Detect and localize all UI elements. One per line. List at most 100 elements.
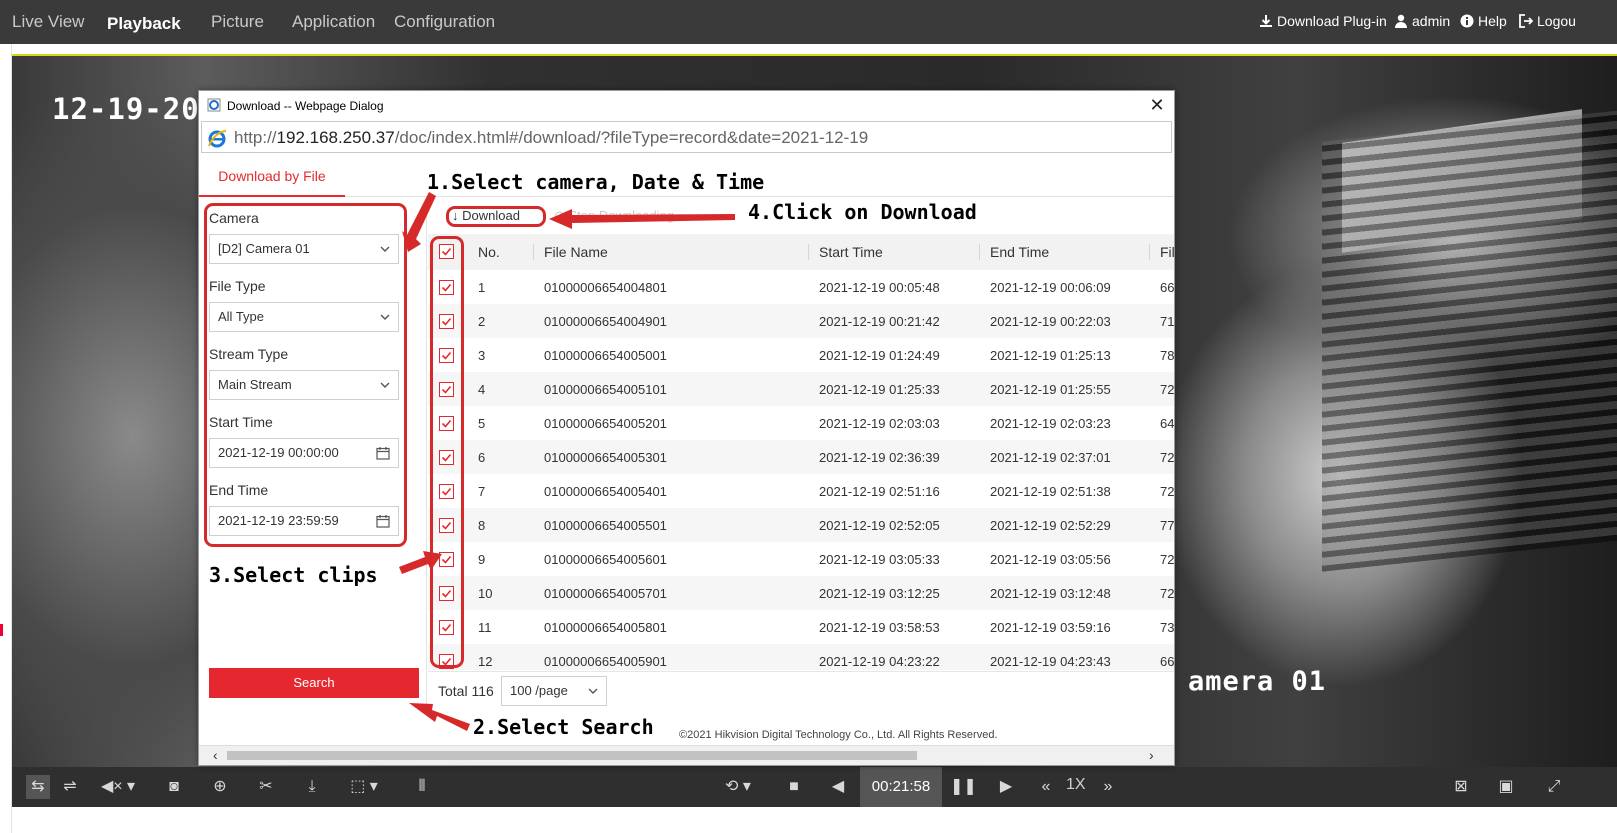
osd-camera-name: amera 01 [1188, 666, 1327, 697]
table-row[interactable]: 2 01000006654004901 2021-12-19 00:21:42 202… [428, 304, 1174, 338]
frame-back-icon[interactable]: ◀ [826, 775, 850, 799]
table-row[interactable]: 1 01000006654004801 2021-12-19 00:05:48 202… [428, 270, 1174, 304]
url-host: 192.168.250.37 [276, 128, 395, 147]
horizontal-scrollbar[interactable]: ‹ › [199, 745, 1174, 765]
nav-live-view[interactable]: Live View [12, 12, 84, 32]
pause-icon[interactable]: ❚❚ [950, 775, 977, 799]
scroll-right-icon[interactable]: › [1149, 747, 1154, 763]
close-window-icon[interactable]: ⊠ [1449, 775, 1473, 799]
row-number: 4 [478, 382, 486, 397]
table-row[interactable]: 8 01000006654005501 2021-12-19 02:52:05 202… [428, 508, 1174, 542]
row-number: 3 [478, 348, 486, 363]
user-menu[interactable]: admin [1394, 13, 1450, 29]
row-file-name: 01000006654005101 [544, 382, 667, 397]
info-icon [1460, 14, 1474, 28]
annotation-step1: 1.Select camera, Date & Time [427, 170, 765, 194]
total-count: Total 116 [438, 683, 494, 699]
clip-scissors-icon[interactable]: ✂ [254, 775, 278, 799]
logout-link[interactable]: Logou [1519, 13, 1576, 29]
url-prefix: http:// [234, 128, 277, 147]
zoom-in-icon[interactable]: ⊕ [208, 775, 232, 799]
table-row[interactable]: 5 01000006654005201 2021-12-19 02:03:03 202… [428, 406, 1174, 440]
sliders-alt-icon[interactable]: ⇌ [58, 775, 82, 799]
table-row[interactable]: 3 01000006654005001 2021-12-19 01:24:49 202… [428, 338, 1174, 372]
playback-toolbar: ⇆ ⇌ ◀× ▾ ◙ ⊕ ✂ ⤓ ⬚ ▾ ⦀ ⟲ ▾ ■ ◀ 00:21:58 … [12, 767, 1617, 807]
address-bar[interactable]: http://192.168.250.37/doc/index.html#/do… [201, 121, 1172, 153]
reverse-play-icon[interactable]: ⟲ ▾ [716, 775, 760, 799]
annotation-step4: 4.Click on Download [748, 200, 977, 224]
row-end-time: 2021-12-19 02:03:23 [990, 416, 1111, 431]
table-row[interactable]: 6 01000006654005301 2021-12-19 02:36:39 202… [428, 440, 1174, 474]
tab-download-by-file[interactable]: Download by File [199, 155, 345, 197]
scroll-left-icon[interactable]: ‹ [213, 747, 218, 763]
row-file-name: 01000006654005701 [544, 586, 667, 601]
row-file-size: 72 [1160, 450, 1174, 465]
nav-application[interactable]: Application [292, 12, 375, 32]
row-end-time: 2021-12-19 00:22:03 [990, 314, 1111, 329]
osd-date: 12-19-20 [52, 92, 200, 126]
table-row[interactable]: 11 01000006654005801 2021-12-19 03:58:53 20… [428, 610, 1174, 644]
copyright: ©2021 Hikvision Digital Technology Co., … [679, 729, 998, 741]
help-link[interactable]: Help [1460, 13, 1507, 29]
row-end-time: 2021-12-19 03:12:48 [990, 586, 1111, 601]
table-row[interactable]: 10 01000006654005701 2021-12-19 03:12:25 20… [428, 576, 1174, 610]
dialog-close-button[interactable]: ✕ [1146, 94, 1168, 116]
fullscreen-icon[interactable]: ⤢ [1542, 775, 1566, 799]
search-button[interactable]: Search [209, 668, 419, 698]
nav-configuration[interactable]: Configuration [394, 12, 495, 32]
download-plugin-link[interactable]: Download Plug-in [1259, 13, 1387, 29]
row-file-size: 71 [1160, 314, 1174, 329]
nav-picture[interactable]: Picture [211, 12, 264, 32]
row-file-name: 01000006654005401 [544, 484, 667, 499]
row-start-time: 2021-12-19 02:03:03 [819, 416, 940, 431]
slow-down-icon[interactable]: « [1034, 775, 1058, 799]
row-start-time: 2021-12-19 02:52:05 [819, 518, 940, 533]
row-start-time: 2021-12-19 00:21:42 [819, 314, 940, 329]
single-window-icon[interactable]: ▣ [1494, 775, 1518, 799]
annotation-step2: 2.Select Search [473, 715, 654, 739]
row-file-name: 01000006654005501 [544, 518, 667, 533]
row-file-size: 66 [1160, 654, 1174, 669]
header-file-size: Fil [1160, 244, 1174, 260]
dialog-page-icon [207, 98, 221, 112]
stop-downloading-button[interactable]: ⊘ Stop Downloading [554, 208, 674, 224]
user-name: admin [1412, 13, 1451, 29]
frame-forward-icon[interactable]: ▶ [994, 775, 1018, 799]
film-icon[interactable]: ⦀ [410, 775, 434, 799]
table-row[interactable]: 7 01000006654005401 2021-12-19 02:51:16 202… [428, 474, 1174, 508]
speed-up-icon[interactable]: » [1096, 775, 1120, 799]
row-start-time: 2021-12-19 00:05:48 [819, 280, 940, 295]
region-select-icon[interactable]: ⬚ ▾ [346, 775, 382, 799]
video-scene-rack [1322, 110, 1617, 572]
row-number: 1 [478, 280, 486, 295]
table-row[interactable]: 12 01000006654005901 2021-12-19 04:23:22 20… [428, 644, 1174, 670]
row-start-time: 2021-12-19 01:24:49 [819, 348, 940, 363]
row-number: 6 [478, 450, 486, 465]
row-number: 12 [478, 654, 493, 669]
nav-playback[interactable]: Playback [107, 14, 181, 34]
table-row[interactable]: 9 01000006654005601 2021-12-19 03:05:33 202… [428, 542, 1174, 576]
row-end-time: 2021-12-19 03:05:56 [990, 552, 1111, 567]
download-tray-icon[interactable]: ⤓ [300, 775, 324, 799]
scrollbar-thumb[interactable] [227, 751, 917, 760]
row-start-time: 2021-12-19 01:25:33 [819, 382, 940, 397]
row-number: 5 [478, 416, 486, 431]
page-size-select[interactable]: 100 /page [501, 676, 607, 706]
sliders-icon[interactable]: ⇆ [26, 775, 50, 799]
camera-snapshot-icon[interactable]: ◙ [162, 775, 186, 799]
row-end-time: 2021-12-19 02:52:29 [990, 518, 1111, 533]
row-file-size: 77 [1160, 518, 1174, 533]
table-header: No. File Name Start Time End Time Fil [428, 234, 1174, 270]
row-end-time: 2021-12-19 04:23:43 [990, 654, 1111, 669]
playback-speed: 1X [1066, 776, 1086, 793]
download-icon [1260, 15, 1272, 27]
table-row[interactable]: 4 01000006654005101 2021-12-19 01:25:33 202… [428, 372, 1174, 406]
table-footer: Total 116 100 /page [428, 671, 1174, 707]
stop-icon[interactable]: ■ [782, 775, 806, 799]
left-sidebar-strip [0, 44, 12, 833]
row-number: 10 [478, 586, 493, 601]
top-nav: Live View Playback Picture Application C… [0, 0, 1617, 44]
volume-mute-icon[interactable]: ◀× ▾ [100, 775, 136, 799]
row-file-size: 66 [1160, 280, 1174, 295]
help-label: Help [1478, 13, 1507, 29]
